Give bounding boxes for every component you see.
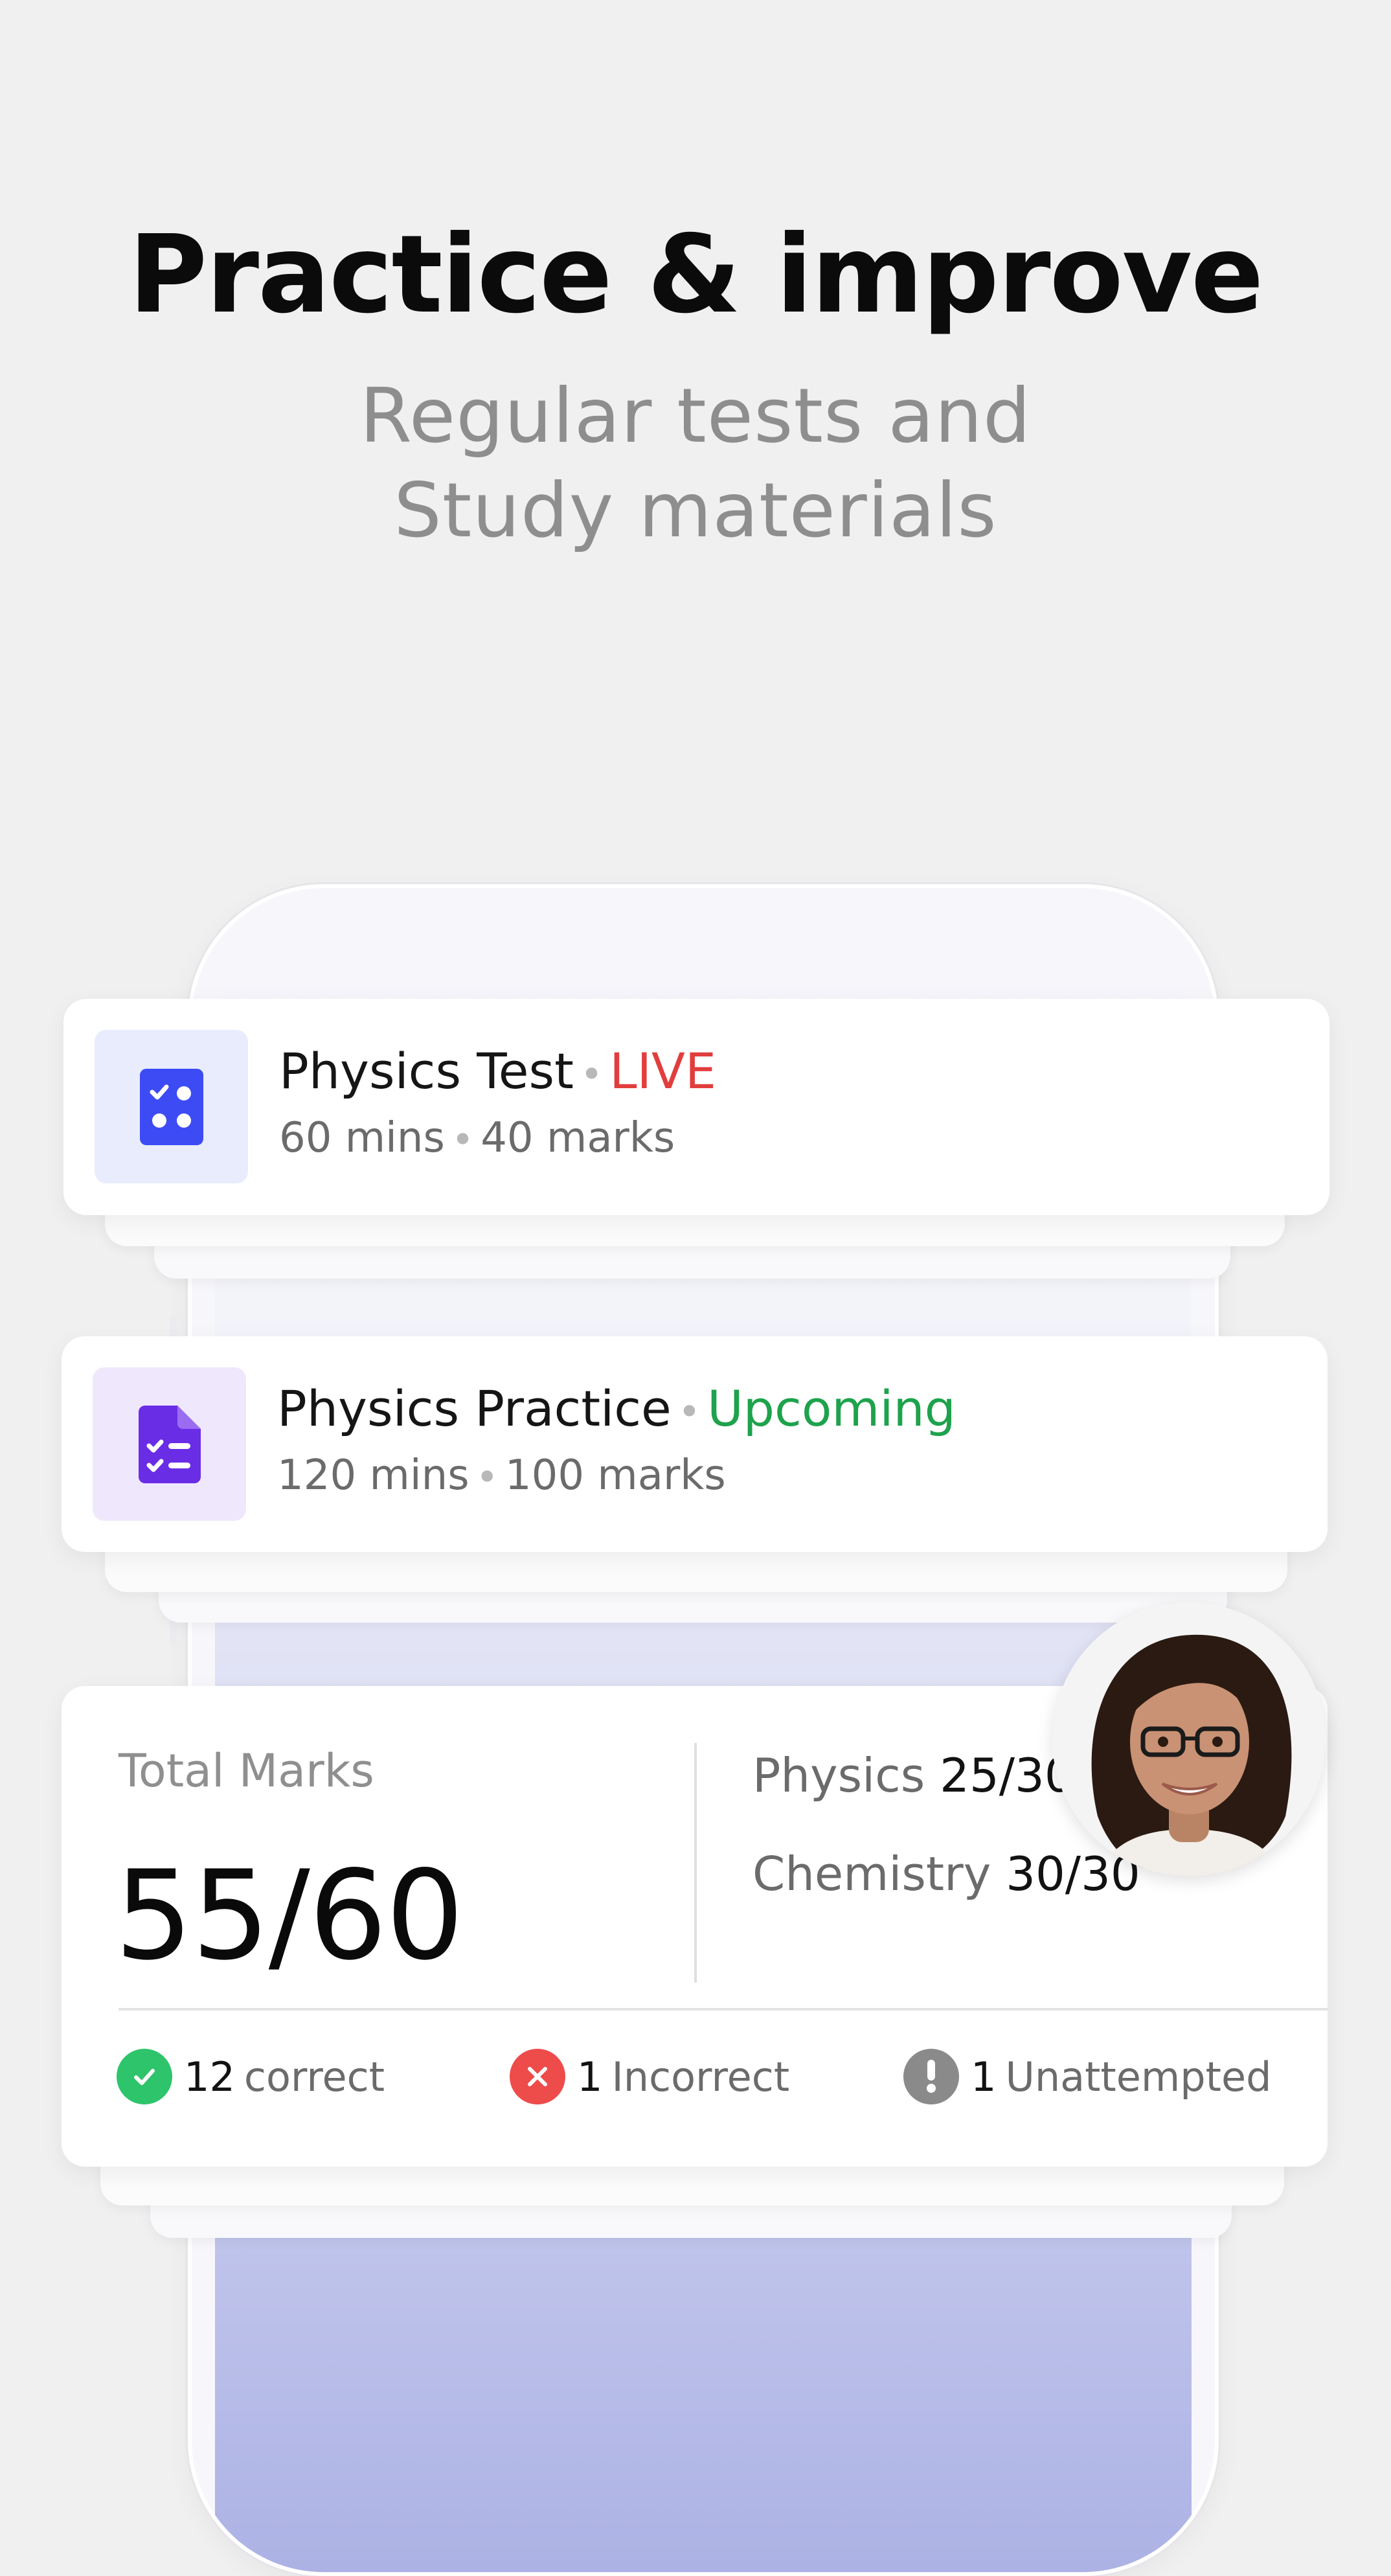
subtitle-line-1: Regular tests and [359,372,1032,460]
stat-count: 12 [184,2053,235,2101]
separator-dot: • [677,1389,701,1435]
test-card-physics-practice[interactable]: Physics Practice • Upcoming 120 mins • 100 m… [62,1336,1328,1552]
subject-name: Physics [752,1748,925,1803]
total-marks-score: 55/60 [115,1844,464,1987]
stat-count: 1 [971,2053,997,2101]
test-meta: 60 mins • 40 marks [279,1109,675,1169]
separator-dot: • [580,1052,604,1097]
test-grid-icon [139,1068,203,1145]
test-duration: 120 mins [277,1452,469,1499]
x-circle-icon [510,2049,565,2104]
stat-label: Unattempted [1005,2053,1272,2101]
test-icon-box [95,1030,248,1183]
subtitle-line-2: Study materials [394,467,997,554]
total-marks-label: Total Marks [119,1744,374,1797]
stat-count: 1 [577,2053,603,2101]
separator-dot: • [475,1455,499,1501]
stat-label: correct [243,2053,385,2101]
test-title: Physics Test [279,1042,574,1100]
test-duration: 60 mins [279,1114,445,1162]
check-circle-icon [117,2049,172,2104]
test-meta: 120 mins • 100 marks [277,1446,726,1507]
page-title: Practice & improve [128,212,1264,337]
subject-name: Chemistry [752,1847,991,1901]
stat-incorrect: 1 Incorrect [510,2049,789,2104]
student-avatar [1052,1602,1326,1876]
test-card-physics-test[interactable]: Physics Test • LIVE 60 mins • 40 marks [63,999,1329,1215]
checklist-document-icon [138,1405,201,1483]
status-badge: Upcoming [707,1380,956,1437]
exclamation-circle-icon [903,2049,959,2104]
subject-score-chemistry: Chemistry 30/30 [752,1845,1140,1903]
test-marks: 100 marks [504,1452,726,1499]
test-icon-box [93,1367,246,1521]
stat-correct: 12 correct [117,2049,385,2104]
student-avatar-illustration [1052,1602,1326,1876]
vertical-divider [694,1743,697,1983]
stat-unattempted: 1 Unattempted [903,2049,1271,2104]
page-subtitle: Regular tests and Study materials [0,369,1391,558]
stat-label: Incorrect [611,2053,790,2101]
test-title-line: Physics Test • LIVE [279,1039,716,1107]
subject-score-physics: Physics 25/30 [752,1746,1074,1805]
test-marks: 40 marks [481,1114,675,1162]
separator-dot: • [451,1117,475,1163]
horizontal-divider [119,2008,1328,2011]
test-title: Physics Practice [277,1380,672,1437]
test-title-line: Physics Practice • Upcoming [277,1376,956,1444]
status-badge: LIVE [609,1042,717,1100]
